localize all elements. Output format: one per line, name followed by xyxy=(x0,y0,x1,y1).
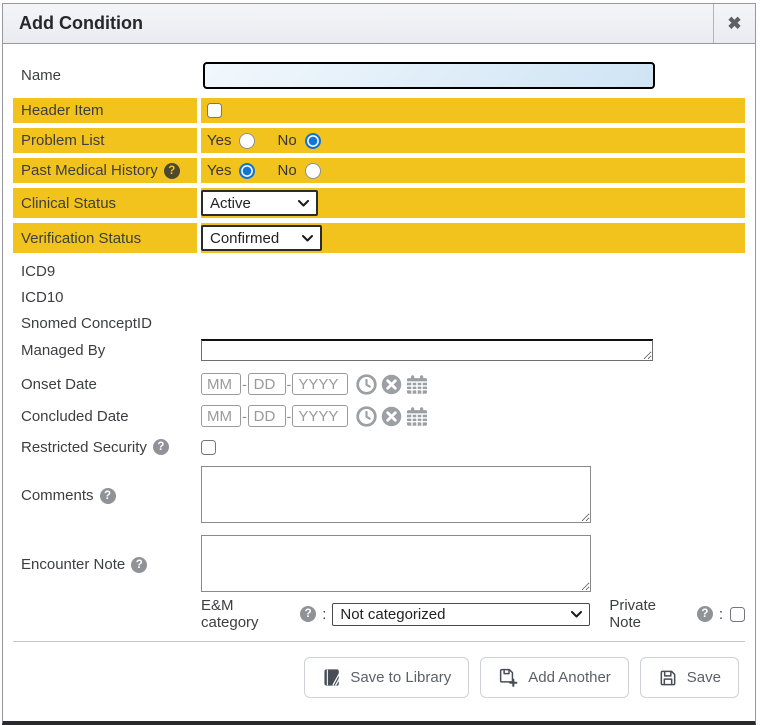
concluded-year-input[interactable] xyxy=(292,405,348,427)
clear-date-icon[interactable] xyxy=(381,374,402,395)
save-button[interactable]: Save xyxy=(640,657,739,698)
add-another-label: Add Another xyxy=(528,669,611,686)
onset-date-row: Onset Date - - xyxy=(13,371,745,397)
close-icon xyxy=(727,15,741,32)
pmh-yes-radio[interactable] xyxy=(239,163,255,179)
save-to-library-label: Save to Library xyxy=(350,669,451,686)
onset-date-label: Onset Date xyxy=(13,371,197,397)
private-note-label: Private Note xyxy=(609,597,692,631)
concluded-day-input[interactable] xyxy=(248,405,286,427)
problem-list-no-radio[interactable] xyxy=(305,133,321,149)
verification-status-label: Verification Status xyxy=(13,223,197,253)
save-icon xyxy=(658,668,678,688)
encounter-note-row: Encounter Note xyxy=(13,535,745,592)
em-category-row: E&M category : Not categorized Private N… xyxy=(13,602,745,626)
icd10-label: ICD10 xyxy=(13,285,197,309)
dialog-body: Name Header Item Problem List Yes No xyxy=(3,44,755,698)
clinical-status-row: Clinical Status Active xyxy=(13,188,745,218)
save-label: Save xyxy=(687,669,721,686)
save-plus-icon xyxy=(498,667,519,688)
em-category-label: E&M category xyxy=(201,597,295,631)
onset-day-input[interactable] xyxy=(248,373,286,395)
private-note-checkbox[interactable] xyxy=(730,607,745,622)
close-button[interactable] xyxy=(713,4,755,43)
snomed-concept-id-row: Snomed ConceptID xyxy=(13,311,745,335)
date-separator: - xyxy=(287,376,292,392)
verification-status-row: Verification Status Confirmed xyxy=(13,223,745,253)
help-icon[interactable] xyxy=(697,606,713,622)
managed-by-label: Managed By xyxy=(13,337,197,363)
clinical-status-label: Clinical Status xyxy=(13,188,197,218)
icd10-row: ICD10 xyxy=(13,285,745,309)
clinical-status-select[interactable]: Active xyxy=(201,190,318,216)
restricted-security-checkbox[interactable] xyxy=(201,440,216,455)
problem-list-no-label: No xyxy=(277,132,296,149)
book-icon xyxy=(322,668,341,687)
chevron-down-icon xyxy=(298,200,309,207)
calendar-icon[interactable] xyxy=(406,374,428,395)
managed-by-textarea[interactable] xyxy=(201,339,653,361)
header-item-row: Header Item xyxy=(13,98,745,123)
past-medical-history-label: Past Medical History xyxy=(21,162,158,179)
onset-month-input[interactable] xyxy=(201,373,241,395)
concluded-month-input[interactable] xyxy=(201,405,241,427)
date-separator: - xyxy=(242,376,247,392)
calendar-icon[interactable] xyxy=(406,406,428,427)
footer-buttons: Save to Library Add Another Save xyxy=(13,642,745,698)
em-category-colon: : xyxy=(322,606,326,623)
em-category-select[interactable]: Not categorized xyxy=(332,603,590,626)
comments-label: Comments xyxy=(21,487,94,504)
problem-list-label: Problem List xyxy=(13,128,197,153)
help-icon[interactable] xyxy=(131,557,147,573)
managed-by-row: Managed By xyxy=(13,337,745,363)
save-to-library-button[interactable]: Save to Library xyxy=(304,657,469,698)
pmh-yes-label: Yes xyxy=(207,162,231,179)
header-item-label: Header Item xyxy=(13,98,197,123)
clear-date-icon[interactable] xyxy=(381,406,402,427)
private-note-colon: : xyxy=(719,606,723,623)
concluded-date-label: Concluded Date xyxy=(13,403,197,429)
problem-list-row: Problem List Yes No xyxy=(13,128,745,153)
restricted-security-row: Restricted Security xyxy=(13,436,745,458)
onset-year-input[interactable] xyxy=(292,373,348,395)
date-separator: - xyxy=(287,408,292,424)
problem-list-yes-label: Yes xyxy=(207,132,231,149)
help-icon[interactable] xyxy=(164,163,180,179)
help-icon[interactable] xyxy=(300,606,316,622)
restricted-security-label: Restricted Security xyxy=(21,439,147,456)
comments-row: Comments xyxy=(13,466,745,523)
concluded-date-row: Concluded Date - - xyxy=(13,403,745,429)
add-condition-dialog: Add Condition Name Header Item Problem L… xyxy=(2,3,756,725)
header-item-checkbox[interactable] xyxy=(207,103,222,118)
help-icon[interactable] xyxy=(153,439,169,455)
time-now-icon[interactable] xyxy=(356,374,377,395)
clinical-status-value: Active xyxy=(210,195,251,212)
help-icon[interactable] xyxy=(100,488,116,504)
comments-textarea[interactable] xyxy=(201,466,591,523)
problem-list-yes-radio[interactable] xyxy=(239,133,255,149)
name-input[interactable] xyxy=(203,62,655,89)
chevron-down-icon xyxy=(302,235,313,242)
date-separator: - xyxy=(242,408,247,424)
verification-status-value: Confirmed xyxy=(210,230,279,247)
icd9-row: ICD9 xyxy=(13,259,745,283)
name-label: Name xyxy=(13,61,197,89)
dialog-titlebar: Add Condition xyxy=(3,4,755,44)
encounter-note-textarea[interactable] xyxy=(201,535,591,592)
icd9-label: ICD9 xyxy=(13,259,197,283)
pmh-no-label: No xyxy=(277,162,296,179)
dialog-title: Add Condition xyxy=(3,4,713,43)
chevron-down-icon xyxy=(571,611,582,618)
snomed-concept-id-label: Snomed ConceptID xyxy=(13,311,197,335)
add-another-button[interactable]: Add Another xyxy=(480,657,629,698)
encounter-note-label: Encounter Note xyxy=(21,556,125,573)
past-medical-history-row: Past Medical History Yes No xyxy=(13,158,745,183)
pmh-no-radio[interactable] xyxy=(305,163,321,179)
time-now-icon[interactable] xyxy=(356,406,377,427)
name-row: Name xyxy=(13,61,745,89)
em-category-value: Not categorized xyxy=(340,606,445,623)
verification-status-select[interactable]: Confirmed xyxy=(201,225,322,251)
